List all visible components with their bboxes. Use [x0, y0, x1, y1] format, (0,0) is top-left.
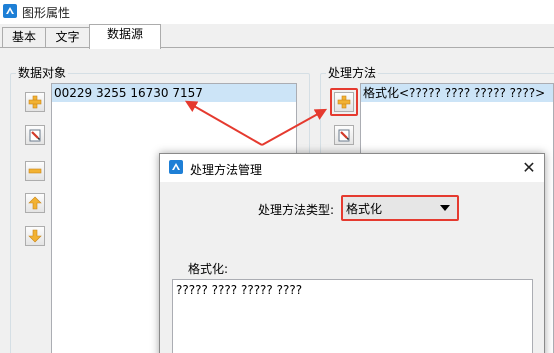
data-objects-label: 数据对象: [16, 66, 69, 80]
app-logo-icon: [169, 160, 183, 177]
add-icon: [337, 95, 351, 109]
list-item[interactable]: 00229 3255 16730 7157: [52, 84, 296, 102]
app-logo-icon: [3, 4, 17, 21]
processing-method-dialog: 处理方法管理 ✕ 处理方法类型: 格式化 格式化: ????? ???? ???…: [159, 153, 545, 353]
dialog-title: 处理方法管理: [190, 163, 263, 177]
edit-icon: [28, 128, 42, 142]
move-down-icon: [28, 229, 42, 243]
remove-icon: [28, 164, 42, 178]
tab-basic[interactable]: 基本: [2, 27, 46, 48]
processing-methods-label: 处理方法: [326, 66, 379, 80]
move-up-icon: [28, 196, 42, 210]
data-object-move-up-button[interactable]: [25, 193, 45, 213]
add-icon: [28, 95, 42, 109]
edit-icon: [337, 128, 351, 142]
window-title: 图形属性: [22, 6, 71, 20]
tab-text[interactable]: 文字: [45, 27, 90, 48]
list-item[interactable]: 格式化<????? ???? ????? ????>: [361, 84, 553, 102]
tab-data-source[interactable]: 数据源: [89, 24, 161, 49]
chevron-down-icon[interactable]: [435, 199, 455, 217]
processing-edit-button[interactable]: [334, 125, 354, 145]
format-field[interactable]: ????? ???? ????? ????: [172, 279, 533, 353]
format-label: 格式化:: [188, 262, 229, 276]
data-object-add-button[interactable]: [25, 92, 45, 112]
method-type-label: 处理方法类型:: [258, 203, 335, 217]
data-object-move-down-button[interactable]: [25, 226, 45, 246]
data-object-edit-button[interactable]: [25, 125, 45, 145]
processing-add-button[interactable]: [334, 92, 354, 112]
method-type-select[interactable]: 格式化: [342, 196, 458, 220]
dialog-titlebar: 处理方法管理 ✕: [160, 154, 544, 182]
close-icon[interactable]: ✕: [514, 154, 544, 182]
data-object-remove-button[interactable]: [25, 161, 45, 181]
method-type-value: 格式化: [346, 202, 383, 216]
window-titlebar: 图形属性: [0, 0, 554, 24]
tab-strip: 基本 文字 数据源: [0, 24, 554, 49]
